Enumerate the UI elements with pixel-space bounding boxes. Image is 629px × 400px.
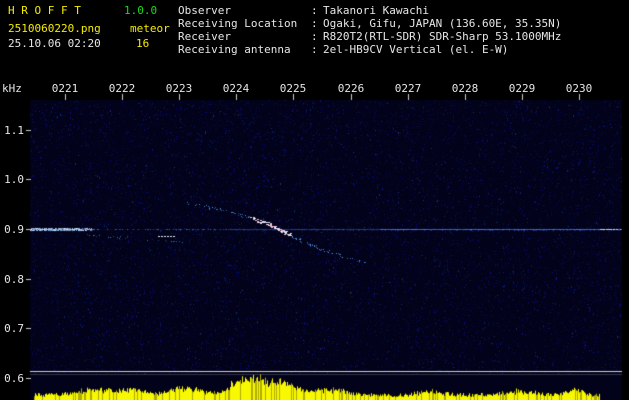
info-row-observer: Observer: Takanori Kawachi [178,4,561,17]
time-tick-label: 0227 [394,82,422,95]
freq-tick-label: 0.6 [4,372,24,385]
info-value: Ogaki, Gifu, JAPAN (136.60E, 35.35N) [323,17,562,30]
time-tick-label: 0229 [508,82,536,95]
app-title: H R O F F T [8,4,81,17]
info-row-receiver: Receiver: R820T2(RTL-SDR) SDR-Sharp 53.10… [178,30,561,43]
time-tick-label: 0222 [108,82,136,95]
freq-tick-label: 0.9 [4,223,24,236]
station-info: Observer: Takanori Kawachi Receiving Loca… [178,4,561,56]
hrofft-window: H R O F F T 1.0.0 2510060220.png meteor … [0,0,629,400]
time-tick-label: 0224 [222,82,250,95]
freq-tick-label: 1.1 [4,124,24,137]
freq-tick-label: 1.0 [4,173,24,186]
time-tick-label: 0225 [279,82,307,95]
time-tick-label: 0230 [565,82,593,95]
info-colon: : [311,17,318,30]
echo-count: 16 [136,37,150,50]
info-label: Receiving Location [178,17,298,30]
info-row-location: Receiving Location: Ogaki, Gifu, JAPAN (1… [178,17,561,30]
info-value: 2el-HB9CV Vertical (el. E-W) [323,43,509,56]
info-label: Observer [178,4,231,17]
spectrogram-canvas [0,0,629,400]
info-colon: : [311,43,318,56]
y-axis-unit-label: kHz [2,82,22,95]
info-label: Receiver [178,30,231,43]
info-colon: : [311,30,318,43]
time-tick-label: 0228 [451,82,479,95]
time-tick-label: 0221 [51,82,79,95]
time-tick-label: 0226 [337,82,365,95]
info-value: Takanori Kawachi [323,4,429,17]
freq-tick-label: 0.8 [4,273,24,286]
info-value: R820T2(RTL-SDR) SDR-Sharp 53.1000MHz [323,30,562,43]
info-row-antenna: Receiving antenna:2el-HB9CV Vertical (el… [178,43,561,56]
mode-label: meteor [130,22,170,35]
info-colon: : [311,4,318,17]
app-version: 1.0.0 [124,4,158,17]
output-filename: 2510060220.png [8,22,101,35]
info-label: Receiving antenna [178,43,291,56]
freq-tick-label: 0.7 [4,322,24,335]
datetime-label: 25.10.06 02:20 [8,37,101,50]
time-tick-label: 0223 [165,82,193,95]
